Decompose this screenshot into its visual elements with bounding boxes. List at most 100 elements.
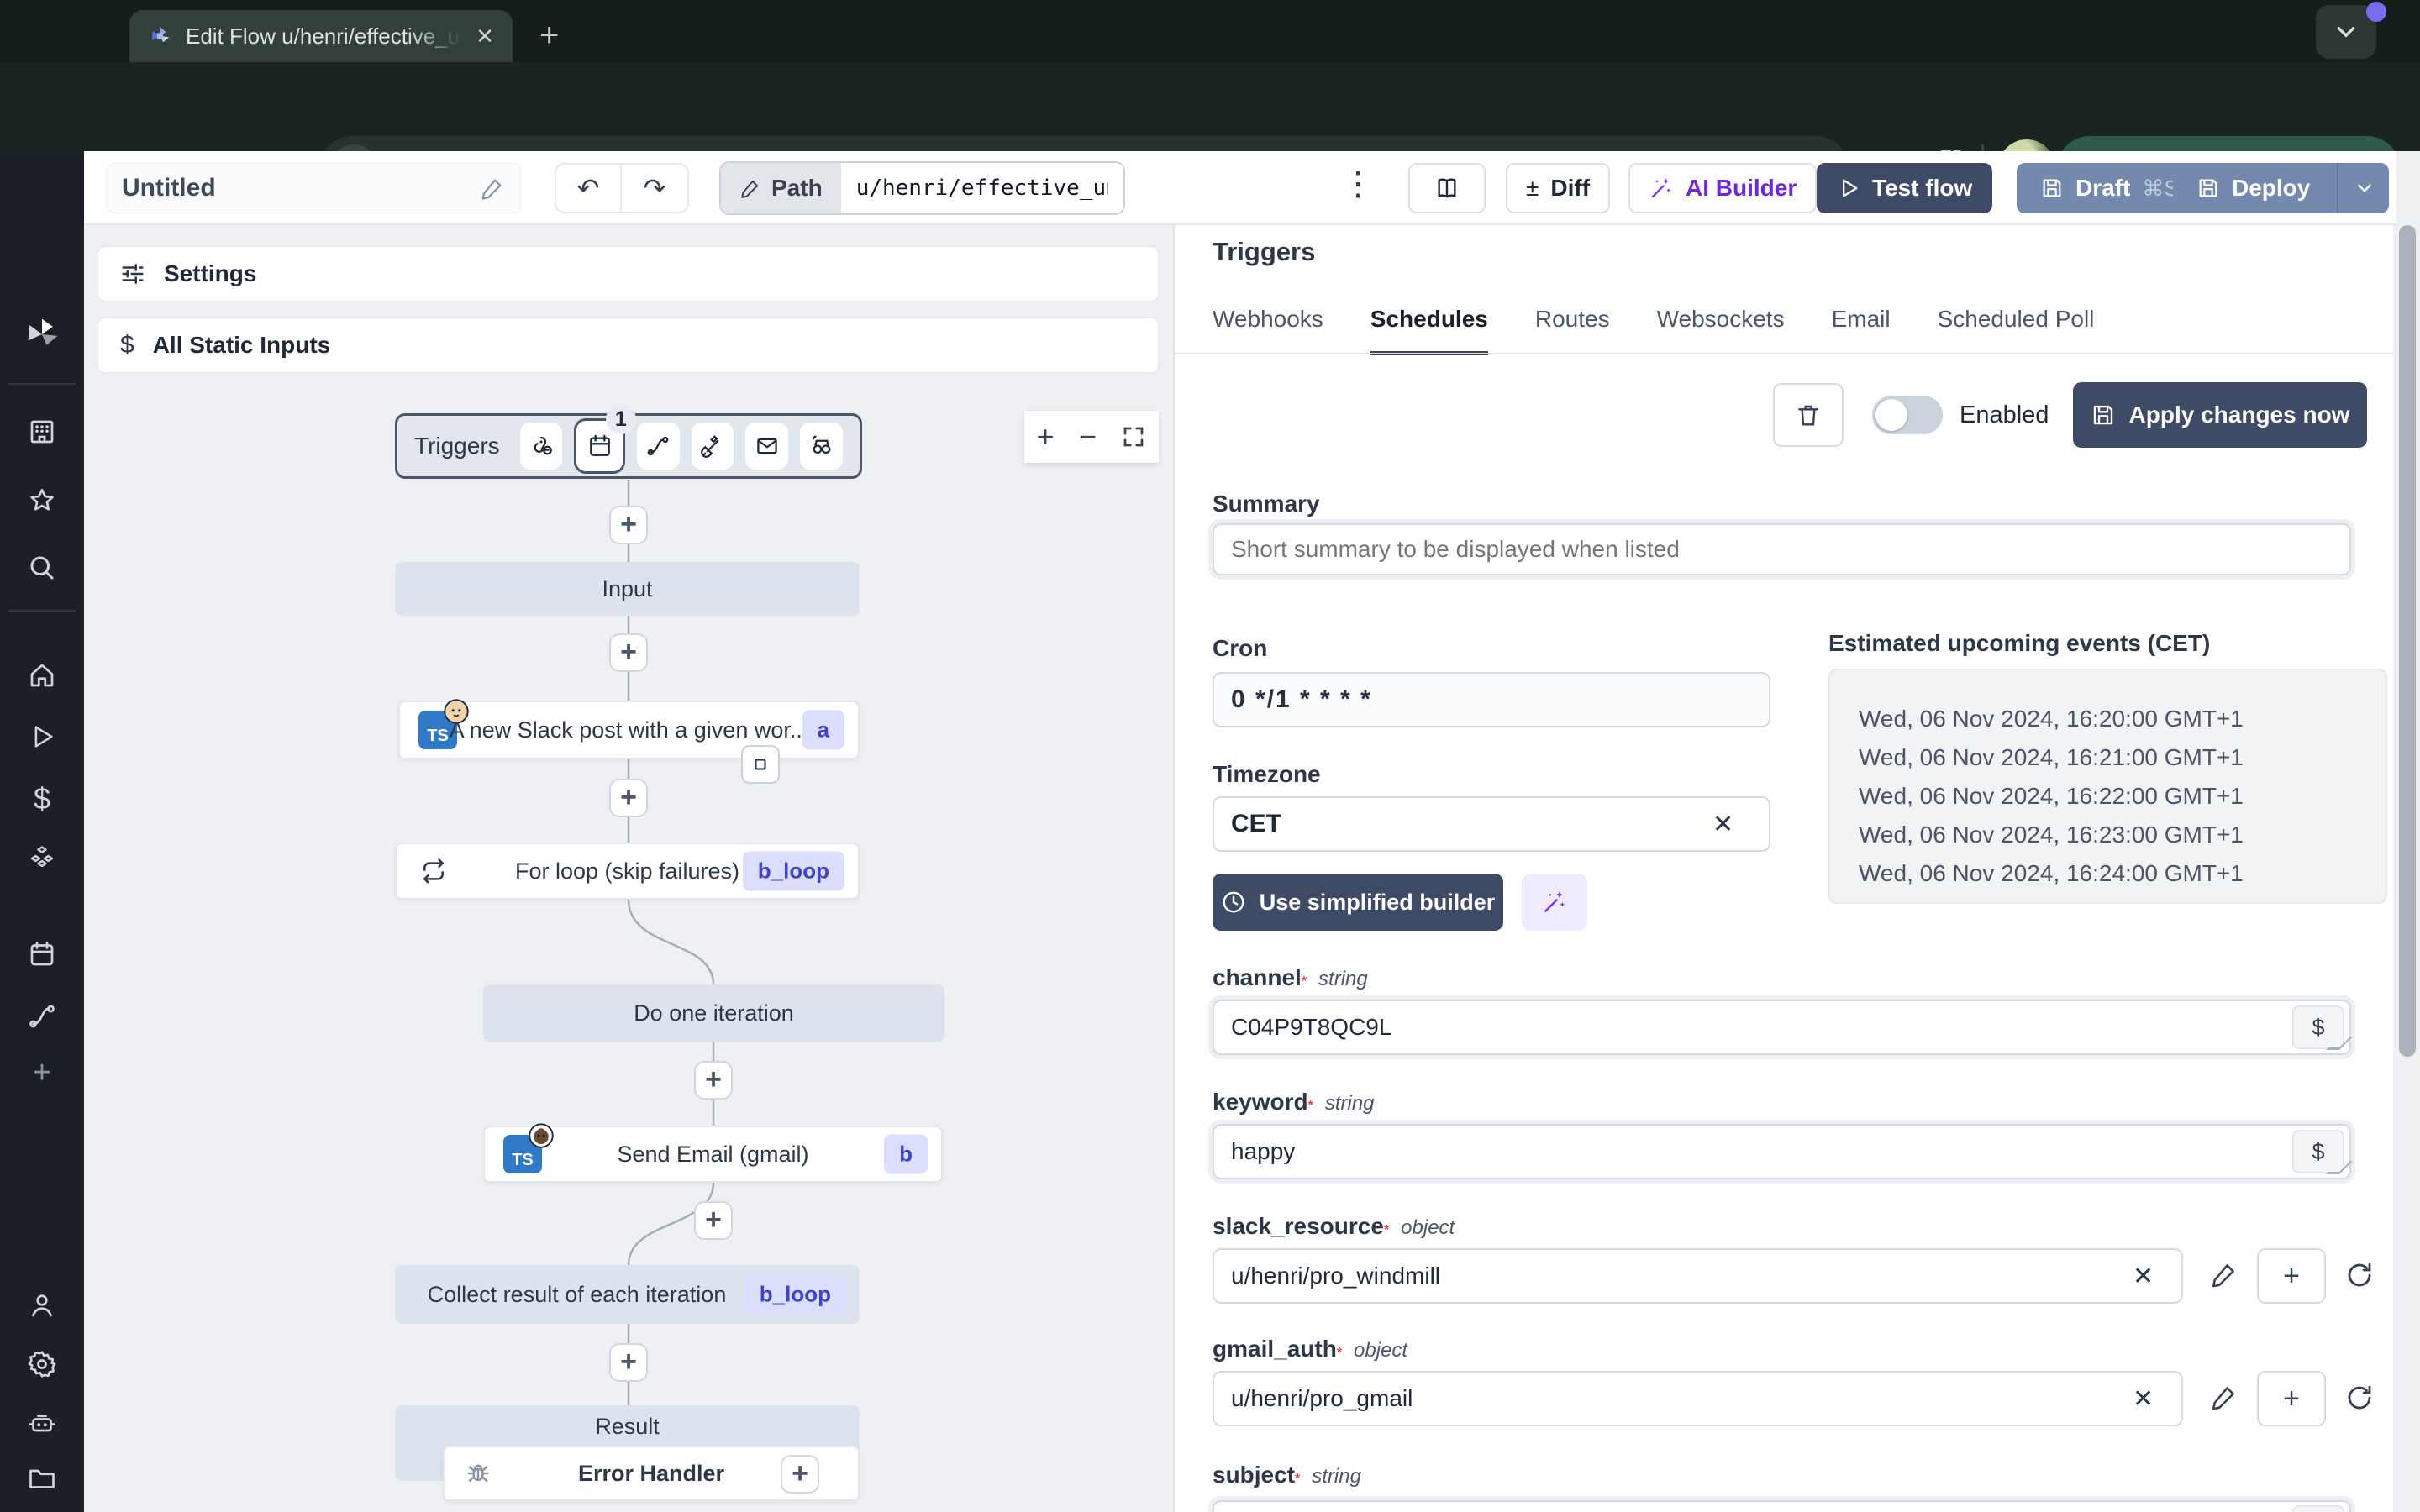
add-step-button[interactable]: + [609, 1343, 648, 1382]
edit-resource-icon[interactable] [2210, 1260, 2238, 1289]
edit-name-icon[interactable] [480, 176, 505, 201]
flow-collect-node[interactable]: Collect result of each iteration b_loop [395, 1265, 860, 1324]
browser-tab[interactable]: Edit Flow u/henri/effective_un ✕ [129, 10, 513, 62]
sidebar-item-flows[interactable] [0, 1001, 84, 1032]
all-static-inputs-row[interactable]: $ All Static Inputs [97, 317, 1160, 374]
clear-timezone-icon[interactable]: ✕ [1712, 810, 1733, 839]
fullscreen-icon[interactable] [1121, 424, 1146, 449]
flow-step-email[interactable]: TS Send Email (gmail) b [483, 1123, 943, 1183]
clear-resource-icon[interactable]: ✕ [2133, 1384, 2154, 1414]
subject-input[interactable] [1213, 1500, 2351, 1512]
sidebar-item-favorites[interactable] [0, 486, 84, 516]
tab-close-icon[interactable]: ✕ [476, 24, 494, 50]
add-resource-button[interactable]: + [2257, 1248, 2326, 1304]
websocket-trigger-icon[interactable] [691, 423, 734, 470]
sidebar-item-workers[interactable] [0, 1408, 84, 1438]
zoom-in-icon[interactable]: + [1037, 419, 1055, 454]
simplified-builder-button[interactable]: Use simplified builder [1213, 874, 1503, 931]
zoom-out-icon[interactable]: − [1079, 419, 1097, 454]
sidebar-item-schedules[interactable] [0, 939, 84, 969]
flow-name-field[interactable]: Untitled [106, 163, 521, 213]
undo-button[interactable]: ↶ [556, 165, 622, 212]
route-trigger-icon[interactable] [636, 423, 680, 470]
edit-resource-icon[interactable] [2210, 1383, 2238, 1411]
gmail-auth-input[interactable] [1213, 1371, 2183, 1426]
early-stop-button[interactable] [741, 745, 780, 784]
redo-button[interactable]: ↷ [622, 165, 687, 212]
keyword-input[interactable] [1213, 1124, 2351, 1179]
deploy-button[interactable]: Deploy [2173, 163, 2390, 213]
refresh-resource-icon[interactable] [2344, 1383, 2375, 1413]
channel-input[interactable] [1213, 1000, 2351, 1055]
add-step-button[interactable]: + [609, 506, 648, 544]
settings-row[interactable]: Settings [97, 245, 1160, 302]
dollar-variable-icon: $ [2312, 1014, 2325, 1040]
slack-resource-input[interactable] [1213, 1248, 2183, 1304]
timezone-input[interactable] [1213, 796, 1770, 852]
sidebar-item-user[interactable] [0, 1290, 84, 1320]
docs-button[interactable] [1408, 163, 1486, 213]
clear-resource-icon[interactable]: ✕ [2133, 1262, 2154, 1291]
scheduled-poll-trigger-icon[interactable] [800, 423, 843, 470]
enabled-toggle[interactable] [1872, 396, 1943, 434]
refresh-resource-icon[interactable] [2344, 1260, 2375, 1290]
sidebar-item-settings[interactable] [0, 1349, 84, 1379]
add-error-handler-button[interactable]: + [781, 1455, 819, 1494]
tab-schedules[interactable]: Schedules [1370, 306, 1488, 355]
panel-scrollbar[interactable] [2396, 151, 2420, 1512]
flow-error-handler-node[interactable]: Error Handler + [443, 1446, 860, 1501]
email-trigger-icon[interactable] [745, 423, 789, 470]
tab-email[interactable]: Email [1832, 306, 1891, 355]
new-tab-icon[interactable]: + [539, 18, 559, 52]
path-label-segment[interactable]: Path [721, 163, 841, 213]
ai-builder-button[interactable]: AI Builder [1628, 163, 1818, 213]
delete-schedule-button[interactable] [1773, 383, 1844, 447]
add-step-button[interactable]: + [694, 1201, 733, 1240]
sidebar-item-variables[interactable]: $ [0, 781, 84, 816]
tab-scheduled-poll[interactable]: Scheduled Poll [1938, 306, 2095, 355]
add-resource-button[interactable]: + [2257, 1371, 2326, 1426]
add-step-button[interactable]: + [609, 633, 648, 672]
sidebar-item-folders[interactable] [0, 1463, 84, 1494]
tab-routes[interactable]: Routes [1535, 306, 1610, 355]
subject-variable-picker[interactable]: $ [2292, 1505, 2344, 1512]
sidebar-item-runs[interactable] [0, 722, 84, 751]
trash-icon [1798, 405, 1818, 426]
sidebar-item-workspace[interactable] [0, 417, 84, 447]
forloop-step-badge: b_loop [742, 851, 844, 891]
schedule-trigger-icon[interactable]: 1 [574, 404, 636, 474]
event-item: Wed, 06 Nov 2024, 16:23:00 GMT+1 [1859, 822, 2244, 848]
path-input[interactable] [855, 176, 1108, 201]
webhook-trigger-icon[interactable] [519, 423, 563, 470]
add-step-button[interactable]: + [609, 779, 648, 817]
flow-triggers-node[interactable]: Triggers 1 [395, 404, 862, 479]
triggers-panel: Triggers Webhooks Schedules Routes Webso… [1173, 225, 2395, 1512]
test-flow-label: Test flow [1872, 175, 1973, 201]
cron-input[interactable] [1213, 672, 1770, 727]
flow-iteration-node[interactable]: Do one iteration [483, 984, 944, 1042]
flow-input-node[interactable]: Input [395, 562, 860, 616]
test-flow-button[interactable]: Test flow [1817, 163, 1993, 213]
ai-cron-button[interactable] [1522, 874, 1587, 931]
diff-button[interactable]: ± Diff [1506, 163, 1611, 213]
sidebar-item-home[interactable] [0, 660, 84, 690]
flow-step-slack[interactable]: TS A new Slack post with a given wor... … [398, 699, 860, 759]
windmill-logo[interactable] [0, 316, 84, 353]
plus-minus-icon: ± [1526, 175, 1539, 201]
scrollbar-thumb[interactable] [2399, 225, 2416, 1057]
tab-webhooks[interactable]: Webhooks [1213, 306, 1323, 355]
sidebar-item-search[interactable] [0, 553, 84, 583]
chevron-down-icon[interactable] [2354, 177, 2375, 199]
slack-step-badge: a [802, 710, 844, 750]
save-icon [2093, 405, 2112, 425]
more-options-icon[interactable]: ⋮ [1341, 165, 1375, 203]
tab-websockets[interactable]: Websockets [1657, 306, 1785, 355]
sidebar-item-add[interactable]: + [0, 1055, 84, 1091]
summary-input[interactable] [1213, 523, 2351, 575]
sidebar-item-resources[interactable] [0, 843, 84, 874]
wand-icon [1651, 178, 1671, 198]
apply-changes-button[interactable]: Apply changes now [2073, 382, 2367, 448]
flow-step-forloop[interactable]: For loop (skip failures) b_loop [395, 843, 860, 900]
save-icon [2199, 179, 2217, 197]
add-step-button[interactable]: + [694, 1061, 733, 1100]
